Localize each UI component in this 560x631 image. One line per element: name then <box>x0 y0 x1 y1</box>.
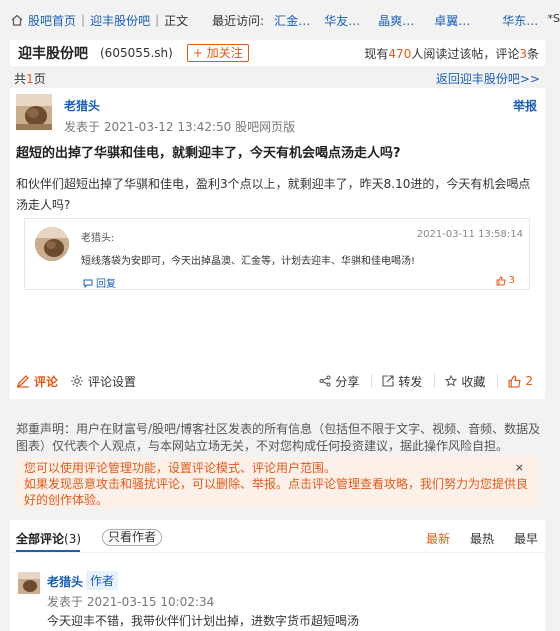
comment-meta: 发表于 2021-03-15 10:02:34 <box>47 595 215 609</box>
favorite-label: 收藏 <box>461 374 486 389</box>
quote-like-button[interactable]: 3 <box>496 275 515 286</box>
share-icon <box>319 375 331 387</box>
board-name[interactable]: 迎丰股份吧 <box>18 43 88 63</box>
star-icon <box>445 375 458 387</box>
favorite-button[interactable]: 收藏 <box>445 373 485 390</box>
repost-button[interactable]: 转发 <box>382 373 422 390</box>
comment-management-notice: 您可以使用评论管理功能，设置评论模式、评论用户范围。 如果发现恶意攻击和骚扰评论… <box>16 457 540 508</box>
quoted-post: 老猎头: 2021-03-11 13:58:14 短线落袋为安即可，今天出掉晶澳… <box>24 218 530 290</box>
quote-reply-label: 回复 <box>96 279 116 290</box>
quote-like-count: 3 <box>508 275 515 286</box>
breadcrumb-separator: | <box>81 13 86 27</box>
recent-visit-overflow[interactable]: *S <box>548 12 560 25</box>
reader-count: 470 <box>388 46 412 61</box>
tab-all-comments[interactable]: 全部评论(3) <box>16 530 81 547</box>
quote-reply-button[interactable]: 回复 <box>83 275 116 290</box>
like-button[interactable]: 2 <box>508 374 533 388</box>
notice-line: 如果发现恶意攻击和骚扰评论，可以删除、举报。点击评论管理查看攻略，我们努力为您提… <box>24 477 529 507</box>
recent-visit-link[interactable]: 汇金… <box>274 12 310 29</box>
share-label: 分享 <box>335 374 360 389</box>
recent-visit-link[interactable]: 卓翼… <box>434 12 476 29</box>
breadcrumb: 股吧首页 | 迎丰股份吧 | 正文 最近访问: 汇金… 华友… 晶爽… 卓翼… … <box>0 0 560 40</box>
author-badge: 作者 <box>86 571 119 590</box>
post-meta: 发表于 2021-03-12 13:42:50 股吧网页版 <box>64 120 296 134</box>
quote-text: 短线落袋为安即可，今天出掉晶澳、汇金等，计划去迎丰、华骐和佳电喝汤! <box>81 256 416 267</box>
home-icon[interactable] <box>10 13 24 27</box>
repost-label: 转发 <box>398 374 423 389</box>
quote-time: 2021-03-11 13:58:14 <box>416 229 523 240</box>
share-button[interactable]: 分享 <box>319 373 359 390</box>
only-author-toggle[interactable]: 只看作者 <box>102 529 163 546</box>
gear-icon <box>71 375 84 387</box>
breadcrumb-separator: | <box>155 13 160 27</box>
thumbs-up-icon <box>496 275 506 285</box>
close-icon[interactable]: × <box>515 460 524 476</box>
author-avatar[interactable] <box>16 94 52 130</box>
paging-row: 共1页 返回迎丰股份吧>> <box>14 70 540 87</box>
recent-visit-link[interactable]: 华友… <box>324 12 364 29</box>
comment-settings-label: 评论设置 <box>88 374 137 389</box>
post-title: 超短的出掉了华骐和佳电，就剩迎丰了，今天有机会喝点汤走人吗? <box>16 146 401 161</box>
comment-text: 今天迎丰不错，我带伙伴们计划出掉，进数字货币超短喝汤 <box>47 614 360 628</box>
breadcrumb-current: 正文 <box>164 13 189 28</box>
like-count: 2 <box>525 374 533 388</box>
repost-icon <box>382 375 394 387</box>
commenter-avatar[interactable] <box>18 572 40 594</box>
breadcrumb-bar-link[interactable]: 迎丰股份吧 <box>90 12 150 29</box>
action-divider <box>497 374 499 388</box>
action-divider <box>371 374 373 388</box>
disclaimer: 郑重声明：用户在财富号/股吧/博客社区发表的所有信息（包括但不限于文字、视频、音… <box>16 422 541 453</box>
comment-tabs: 全部评论(3) 只看作者 最新 最热 最早 <box>10 520 545 553</box>
follow-button[interactable]: + 加关注 <box>186 44 249 62</box>
comments-section: 全部评论(3) 只看作者 最新 最热 最早 老猎头 作者 发表于 2021-03… <box>10 520 545 631</box>
post-action-bar: 评论 评论设置 分享 转发 收藏 2 <box>10 371 545 391</box>
recent-visit-link[interactable]: 华东… <box>502 12 542 29</box>
quote-author-avatar[interactable] <box>35 227 69 261</box>
thumbs-up-icon <box>508 374 521 388</box>
board-header: 迎丰股份吧 (605055.sh) + 加关注 现有470人阅读过该帖，评论3条 <box>10 40 545 66</box>
comment-label: 评论 <box>34 374 59 389</box>
report-button[interactable]: 举报 <box>513 97 537 114</box>
comment-count: 3 <box>519 46 527 61</box>
post-author[interactable]: 老猎头 <box>64 97 100 114</box>
page-count: 共1页 <box>14 72 46 86</box>
quote-author[interactable]: 老猎头: <box>81 229 114 244</box>
post-card: 老猎头 举报 发表于 2021-03-12 13:42:50 股吧网页版 超短的… <box>10 88 545 399</box>
recent-visit-link[interactable]: 晶爽… <box>378 12 420 29</box>
recent-visits-label: 最近访问: <box>212 13 265 28</box>
comment-settings-button[interactable]: 评论设置 <box>70 373 136 390</box>
stock-code: (605055.sh) <box>100 46 173 60</box>
reply-icon <box>83 279 93 288</box>
comment-button[interactable]: 评论 <box>16 373 58 390</box>
action-divider <box>434 374 436 388</box>
pencil-icon <box>16 375 29 388</box>
post-body: 和伙伴们超短出掉了华骐和佳电，盈利3个点以上，就剩迎丰了，昨天8.10进的，今天… <box>16 177 531 212</box>
sort-earliest[interactable]: 最早 <box>514 530 538 547</box>
sort-newest[interactable]: 最新 <box>426 530 450 547</box>
breadcrumb-home-link[interactable]: 股吧首页 <box>28 12 76 29</box>
read-stats: 现有470人阅读过该帖，评论3条 <box>364 46 539 61</box>
active-tab-indicator <box>16 550 80 552</box>
back-to-board-link[interactable]: 返回迎丰股份吧>> <box>436 70 540 87</box>
notice-line: 您可以使用评论管理功能，设置评论模式、评论用户范围。 <box>24 461 337 475</box>
commenter-name[interactable]: 老猎头 <box>47 573 83 590</box>
sort-hottest[interactable]: 最热 <box>470 530 494 547</box>
